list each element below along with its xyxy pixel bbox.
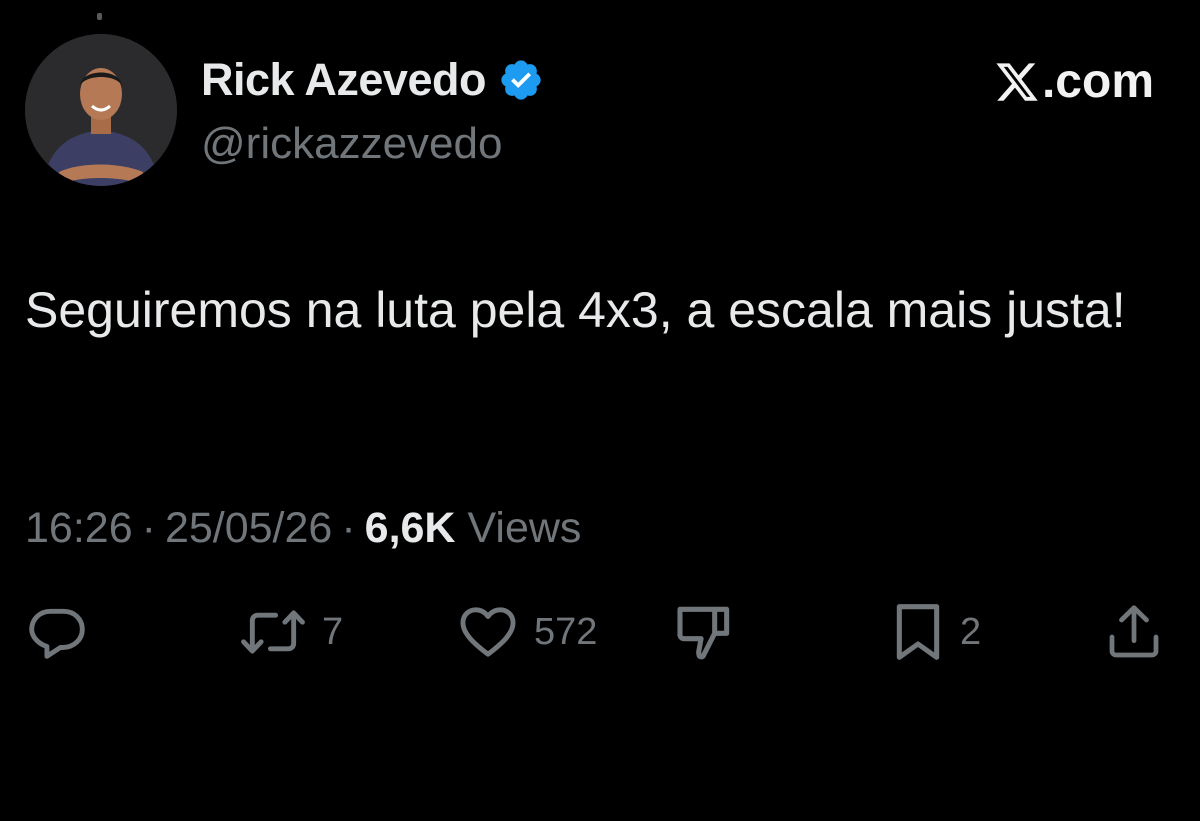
avatar[interactable]: [25, 34, 177, 186]
author-handle[interactable]: @rickazzevedo: [201, 116, 502, 172]
tweet-text: Seguiremos na luta pela 4x3, a escala ma…: [25, 282, 1126, 338]
heart-icon: [456, 601, 520, 663]
repost-button[interactable]: 7: [238, 600, 343, 664]
share-button[interactable]: [1104, 600, 1164, 664]
tweet-time[interactable]: 16:26: [25, 504, 133, 553]
share-icon: [1104, 601, 1164, 663]
x-logo-icon: [994, 59, 1040, 105]
tweet-meta: 16:26 · 25/05/26 · 6,6K Views: [25, 500, 581, 556]
bookmark-count: 2: [960, 610, 982, 653]
like-count: 572: [534, 610, 598, 653]
verified-badge-icon: [498, 57, 544, 103]
brand-domain-label: .com: [1041, 55, 1154, 108]
reply-button[interactable]: [26, 600, 88, 664]
tweet-card: Rick Azevedo @rickazzevedo .com Seguirem…: [0, 0, 1200, 821]
author-name-row[interactable]: Rick Azevedo: [201, 50, 544, 110]
meta-separator: ·: [341, 503, 356, 552]
reply-icon: [26, 601, 88, 663]
status-dot: [97, 13, 102, 20]
brand-watermark: .com: [994, 52, 1154, 112]
dislike-button[interactable]: [672, 600, 736, 664]
bookmark-button[interactable]: 2: [890, 600, 981, 664]
author-display-name[interactable]: Rick Azevedo: [201, 50, 486, 110]
views-count[interactable]: 6,6K: [365, 504, 456, 553]
meta-separator: ·: [141, 503, 156, 552]
bookmark-icon: [890, 600, 946, 664]
action-bar: 7 572 2: [0, 600, 1200, 664]
thumbs-down-icon: [672, 600, 736, 664]
like-button[interactable]: 572: [456, 600, 597, 664]
repost-icon: [238, 601, 308, 663]
tweet-date[interactable]: 25/05/26: [165, 504, 332, 553]
repost-count: 7: [322, 610, 344, 653]
views-label[interactable]: Views: [468, 504, 582, 553]
